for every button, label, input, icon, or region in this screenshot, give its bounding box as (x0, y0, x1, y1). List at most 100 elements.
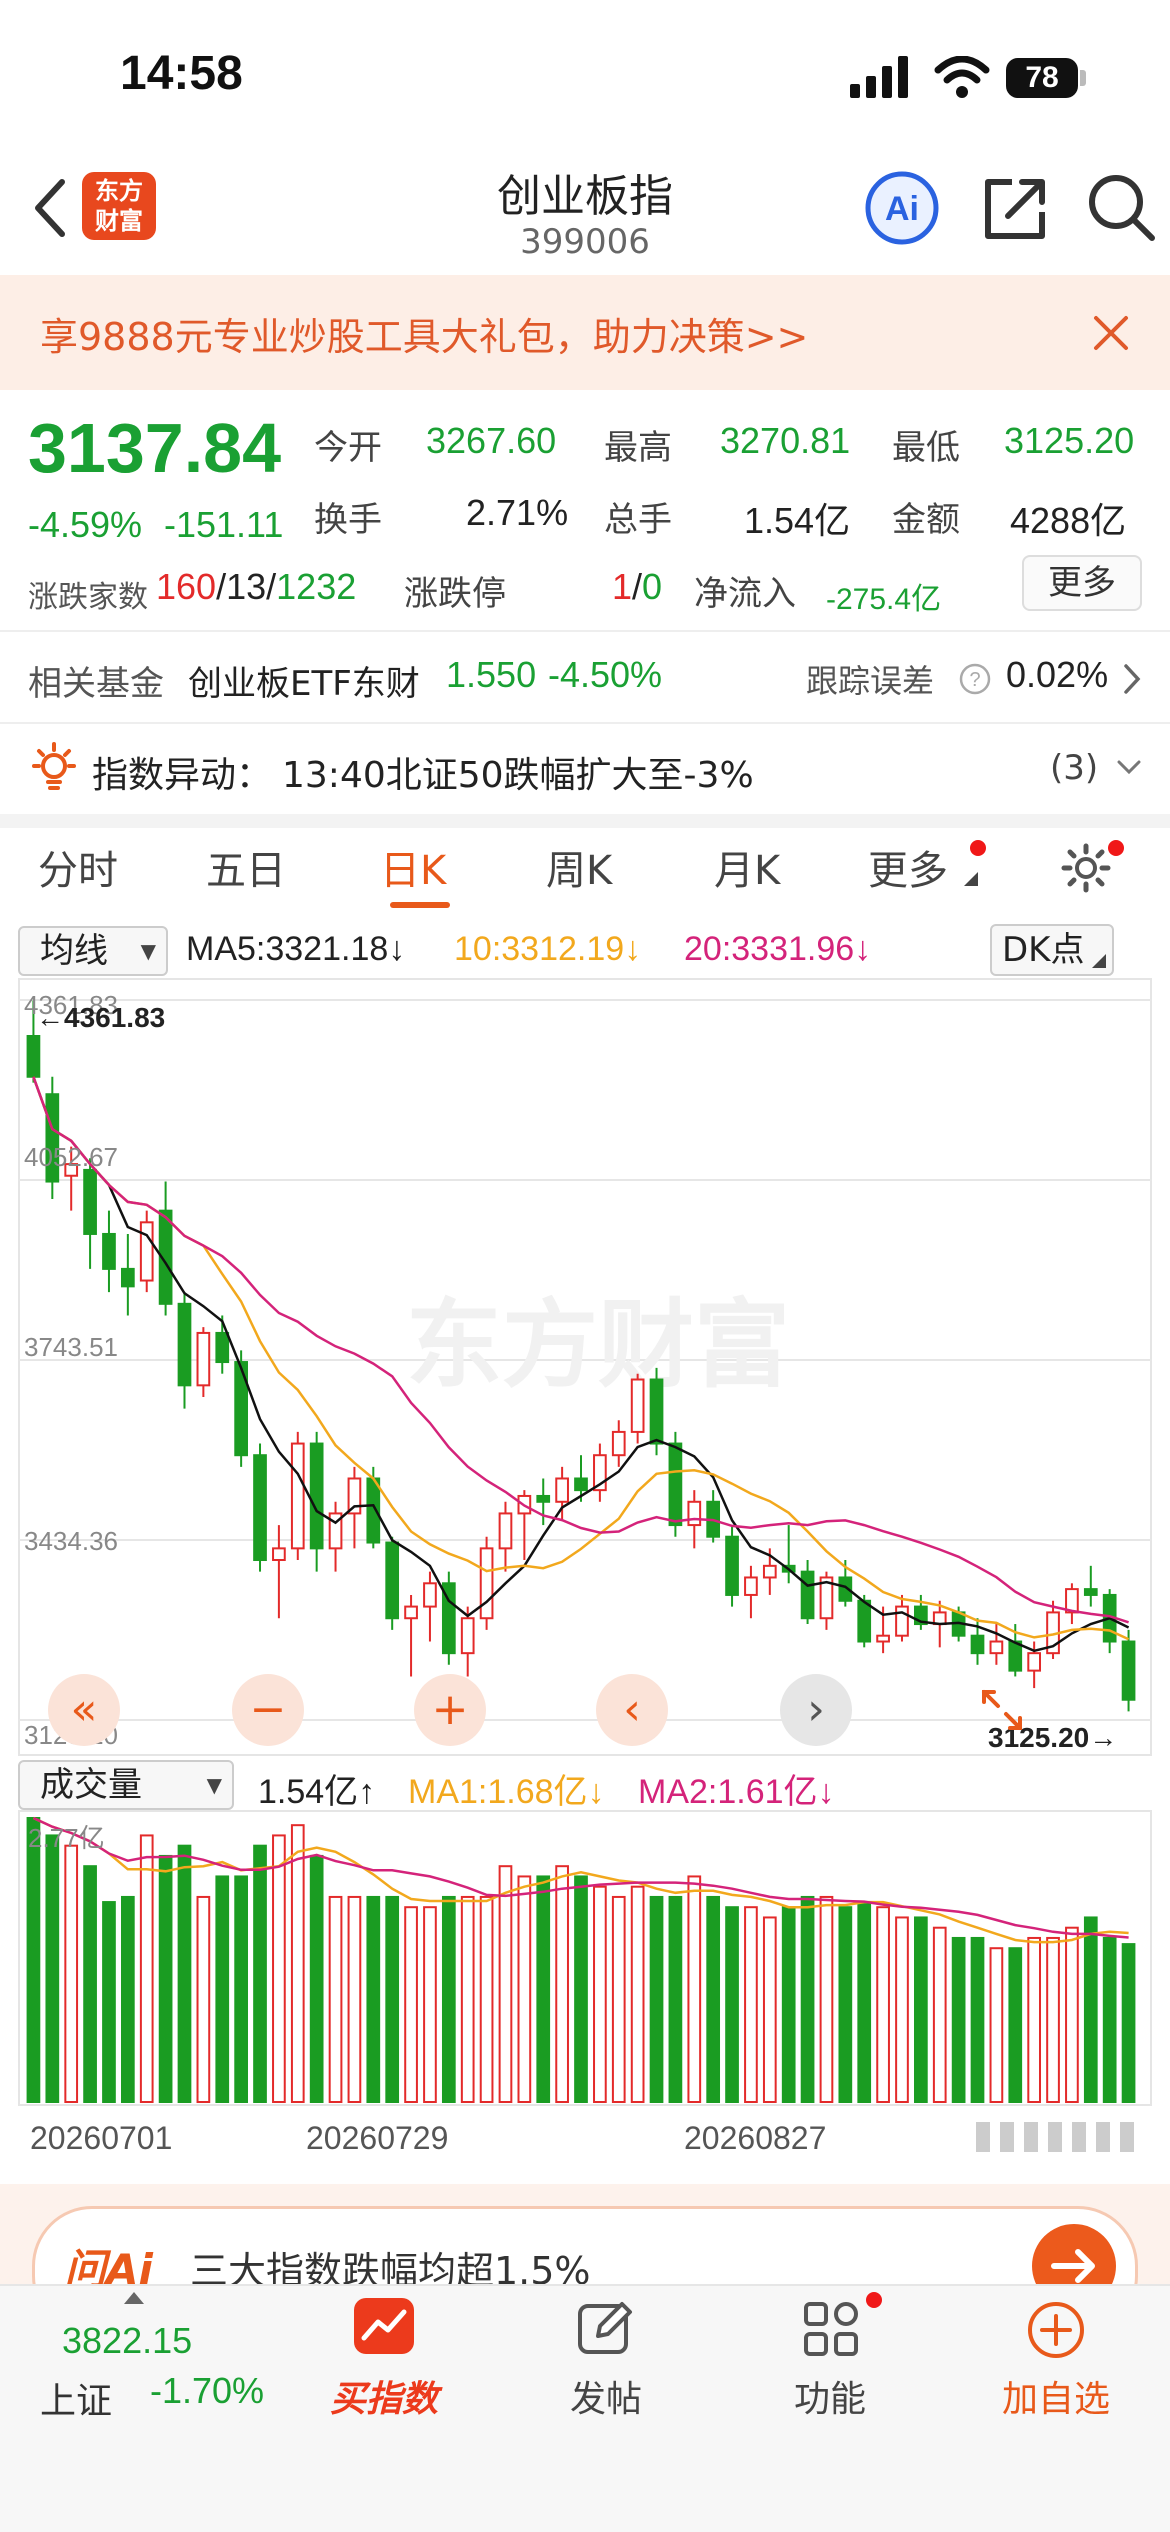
volume-bar (536, 1875, 551, 2103)
volume-bar (234, 1875, 248, 2103)
y-label-3: 3743.51 (24, 1332, 118, 1362)
tab-monthly-k[interactable]: 月K (714, 838, 780, 896)
post-label[interactable]: 发帖 (516, 2370, 696, 2422)
close-icon[interactable] (1092, 314, 1130, 352)
volume-bar (914, 1916, 928, 2103)
turnover-label: 换手 (314, 500, 382, 540)
post-icon[interactable] (576, 2298, 636, 2358)
candle-body (309, 1442, 324, 1550)
fullscreen-icon[interactable] (980, 1688, 1024, 1732)
volume-bar (347, 1895, 362, 2103)
candle-body (876, 1634, 890, 1643)
volume-bar (781, 1906, 796, 2103)
change-pct: -4.59% (28, 504, 143, 545)
fund-pct: -4.50% (548, 654, 663, 695)
limit-values: 1/0 (612, 566, 663, 607)
bulb-icon (32, 742, 76, 790)
candle-body (857, 1599, 872, 1643)
candle-body (687, 1500, 702, 1527)
volume-bar (460, 1895, 475, 2103)
functions-label[interactable]: 功能 (740, 2370, 920, 2422)
candle-body (649, 1378, 664, 1445)
functions-icon[interactable] (802, 2300, 860, 2358)
buy-index-label[interactable]: 买指数 (294, 2370, 474, 2422)
volume-bar (838, 1906, 853, 2103)
zoom-out-button[interactable]: − (232, 1674, 304, 1746)
tab-weekly-k[interactable]: 周K (546, 838, 612, 896)
chevron-down-icon[interactable] (1116, 758, 1142, 778)
volume-bar (102, 1901, 116, 2103)
notification-dot (1108, 840, 1124, 856)
volume-bar (857, 1901, 872, 2103)
help-icon[interactable]: ? (958, 662, 992, 696)
candle-body (611, 1430, 626, 1457)
collapse-arrow-icon[interactable] (124, 2290, 144, 2304)
high-value: 3270.81 (720, 420, 851, 461)
candle-body (536, 1494, 551, 1503)
search-icon[interactable] (1086, 172, 1158, 244)
alert-count[interactable]: (3) (1050, 748, 1098, 788)
volume-bar (706, 1895, 721, 2103)
share-icon[interactable] (982, 174, 1052, 244)
scroll-start-button[interactable]: « (48, 1674, 120, 1746)
volume-bar (441, 1895, 456, 2103)
volume-bar (177, 1844, 192, 2103)
sub-indicator-scroll-icon[interactable] (972, 2120, 1142, 2154)
limit-label: 涨跌停 (404, 574, 506, 614)
amount-label: 金额 (892, 500, 960, 540)
volume-bar (498, 1865, 513, 2103)
volume-bar (139, 1834, 154, 2104)
volume-chart[interactable] (18, 1810, 1152, 2106)
ai-assistant-icon[interactable]: Ai (864, 170, 940, 246)
volume-value: 1.54亿 (744, 500, 851, 541)
candle-body (290, 1442, 305, 1550)
volume-bar (158, 1854, 173, 2104)
alert-label: 指数异动： (92, 755, 273, 796)
volume-bar (423, 1906, 437, 2103)
add-watchlist-label[interactable]: 加自选 (966, 2370, 1146, 2422)
ma10-value: 10:3312.19↓ (454, 930, 642, 968)
breadth-values: 160/13/1232 (156, 566, 357, 607)
chevron-right-icon[interactable] (1120, 662, 1144, 696)
volume-current: 1.54亿↑ (258, 1773, 376, 1811)
sh-index-name[interactable]: 上证 (40, 2372, 112, 2424)
candle-body (1008, 1640, 1023, 1672)
sh-index-value[interactable]: 3822.15 (62, 2320, 192, 2362)
tab-daily-k[interactable]: 日K (380, 838, 446, 896)
tab-intraday[interactable]: 分时 (38, 838, 118, 896)
candle-body (196, 1331, 211, 1387)
fund-name[interactable]: 创业板ETF东财 (188, 656, 420, 705)
move-right-button[interactable]: › (780, 1674, 852, 1746)
divider (0, 722, 1170, 724)
buy-index-icon[interactable] (352, 2296, 416, 2356)
volume-bar (328, 1895, 343, 2103)
sh-index-pct[interactable]: -1.70% (150, 2370, 264, 2412)
volume-bar (630, 1885, 645, 2103)
volume-bar (762, 1916, 777, 2103)
candle-body (1121, 1640, 1136, 1701)
more-button[interactable]: 更多 (1022, 555, 1142, 611)
corner-triangle-icon (964, 872, 978, 886)
promo-text[interactable]: 享9888元专业炒股工具大礼包，助力决策>> (40, 306, 808, 361)
ma5-value: MA5:3321.18↓ (186, 930, 406, 968)
change-value: -151.11 (164, 504, 284, 545)
alert-text[interactable]: 13:40北证50跌幅扩大至-3% (282, 746, 754, 798)
candle-body (498, 1512, 513, 1550)
tracking-error-value: 0.02% (1006, 654, 1109, 695)
tab-five-day[interactable]: 五日 (206, 838, 286, 896)
notification-dot (970, 840, 986, 856)
kline-chart[interactable]: 东方财富 (18, 978, 1152, 1756)
ma-select[interactable]: 均线 ▼ (18, 926, 168, 976)
candle-body (83, 1168, 97, 1235)
date-label-1: 20260701 (30, 2120, 173, 2156)
volume-max-label: 2.77亿 (28, 1823, 105, 1853)
open-label: 今开 (314, 428, 382, 468)
volume-bar (517, 1875, 532, 2103)
volume-bar (1083, 1916, 1098, 2103)
indicator-select[interactable]: 成交量 ▼ (18, 1760, 234, 1810)
add-watchlist-icon[interactable] (1026, 2300, 1086, 2360)
tab-more[interactable]: 更多 (868, 838, 948, 896)
dk-points-button[interactable]: DK点 (990, 924, 1114, 976)
move-left-button[interactable]: ‹ (596, 1674, 668, 1746)
zoom-in-button[interactable]: + (414, 1674, 486, 1746)
